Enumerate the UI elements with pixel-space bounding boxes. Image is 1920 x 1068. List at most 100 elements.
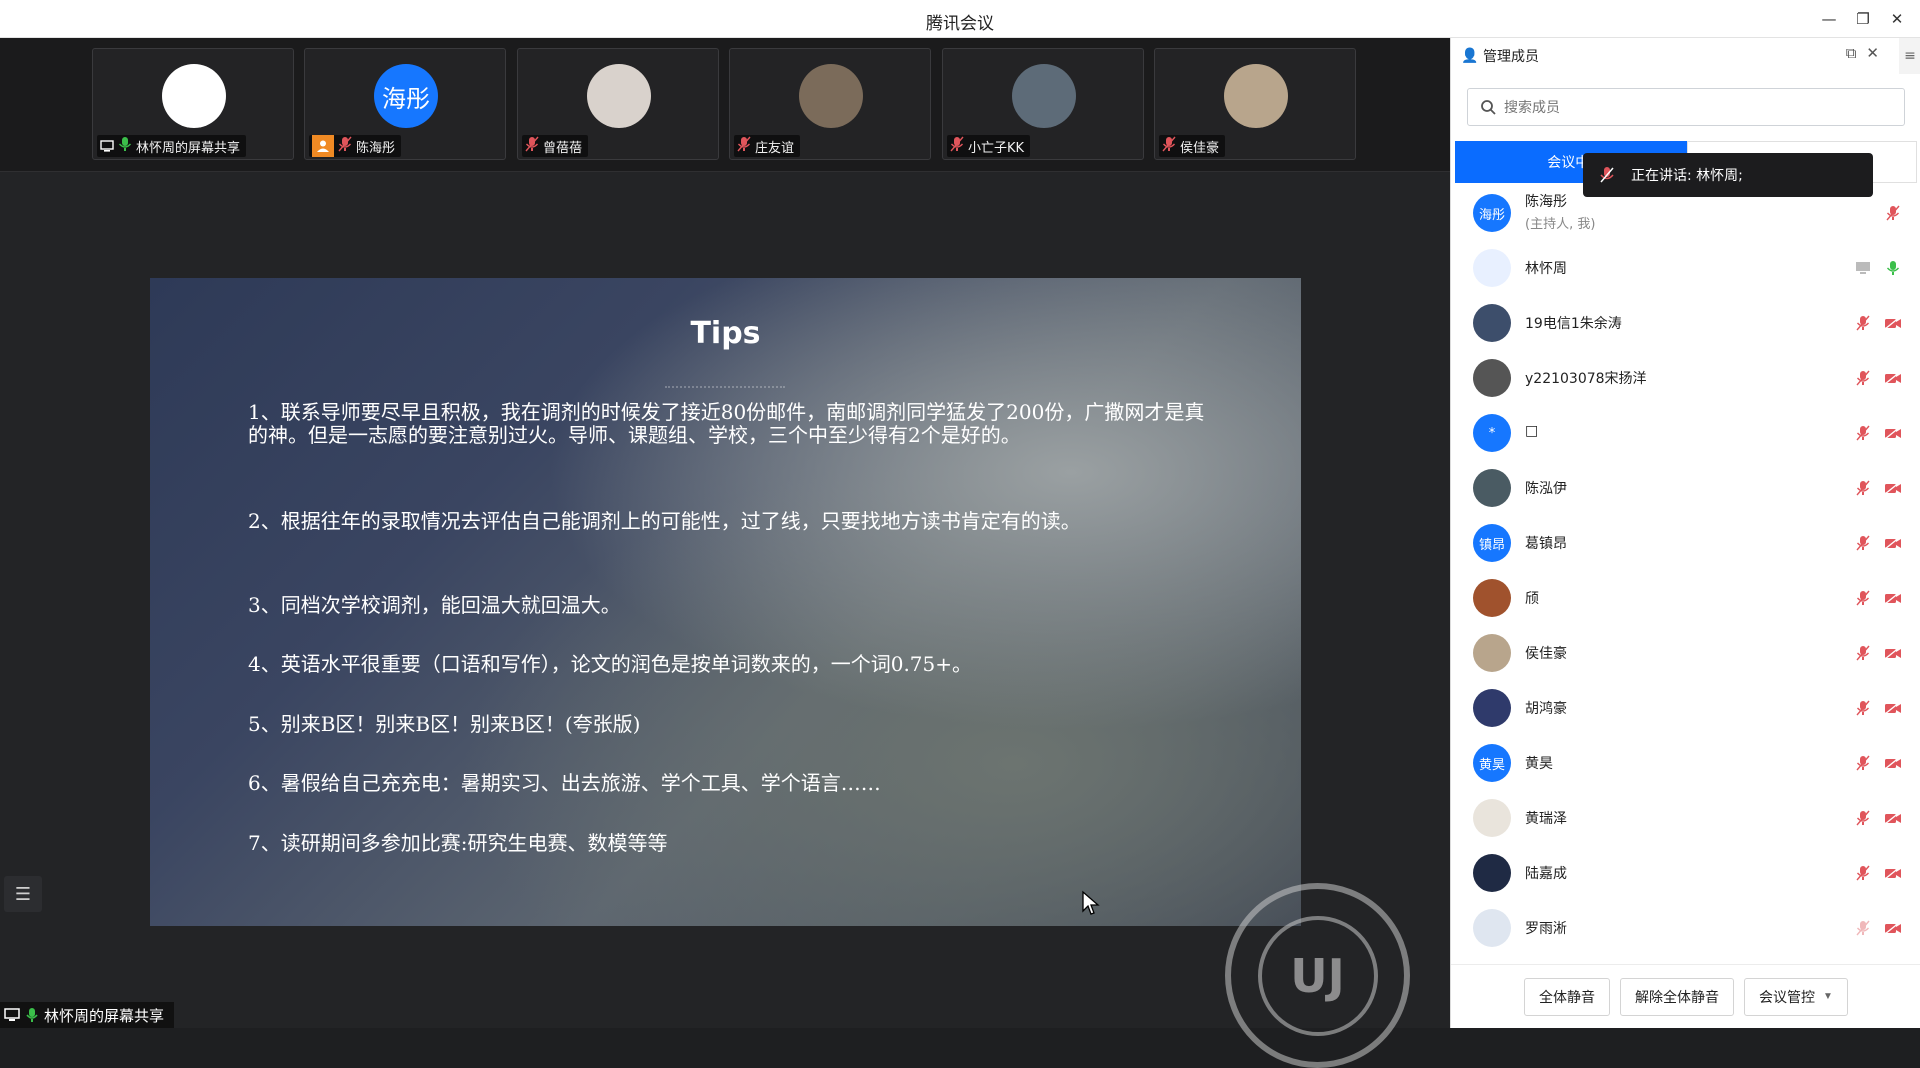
video-strip: 林怀周的屏幕共享 海彤 陈海彤 曾蓓蓓 庄友谊 小亡子KK 侯佳豪 [0, 38, 1450, 172]
member-avatar [1473, 689, 1511, 727]
member-row[interactable]: 胡鸿豪 [1451, 681, 1920, 736]
member-row[interactable]: 海彤 陈海彤 (主持人, 我) [1451, 186, 1920, 241]
mic-off-icon[interactable] [1853, 808, 1873, 828]
person-icon [312, 135, 334, 157]
member-row[interactable]: 19电信1朱余涛 [1451, 296, 1920, 351]
member-status-icons [1853, 368, 1903, 388]
camera-off-icon[interactable] [1883, 423, 1903, 443]
panel-close-icon[interactable]: ✕ [1866, 44, 1879, 62]
member-role: (主持人, 我) [1525, 217, 1596, 232]
member-name: y22103078宋扬洋 [1525, 371, 1647, 387]
unmute-all-button[interactable]: 解除全体静音 [1620, 977, 1735, 1016]
member-status-icons [1853, 918, 1903, 938]
video-tile[interactable]: 庄友谊 [729, 48, 931, 160]
member-row[interactable]: 罗雨淅 [1451, 901, 1920, 956]
camera-off-icon[interactable] [1883, 863, 1903, 883]
popout-icon[interactable]: ⧉ [1846, 44, 1857, 62]
search-input[interactable] [1504, 99, 1864, 115]
member-row[interactable]: 侯佳豪 [1451, 626, 1920, 681]
member-avatar [1473, 359, 1511, 397]
mic-off-icon[interactable] [1853, 368, 1873, 388]
minimize-icon[interactable]: — [1814, 6, 1844, 32]
member-row[interactable]: 陆嘉成 [1451, 846, 1920, 901]
member-row[interactable]: y22103078宋扬洋 [1451, 351, 1920, 406]
mic-off-icon[interactable] [1853, 753, 1873, 773]
avatar-text: 海彤 [382, 84, 430, 113]
member-row[interactable]: 陈泓伊 [1451, 461, 1920, 516]
mic-on-icon[interactable] [1883, 258, 1903, 278]
video-tile[interactable]: 侯佳豪 [1154, 48, 1356, 160]
avatar [162, 64, 226, 128]
search-icon [1481, 100, 1496, 115]
camera-off-icon[interactable] [1883, 643, 1903, 663]
video-tile[interactable]: 曾蓓蓓 [517, 48, 719, 160]
mic-off-icon [950, 136, 964, 156]
tile-name-row: 小亡子KK [947, 135, 1031, 157]
mic-off-icon[interactable] [1853, 863, 1873, 883]
close-icon[interactable]: ✕ [1882, 6, 1912, 32]
camera-off-icon[interactable] [1883, 588, 1903, 608]
mic-off-icon[interactable] [1853, 698, 1873, 718]
shared-slide: Tips 1、联系导师要尽早且积极，我在调剂的时候发了接近80份邮件，南邮调剂同… [150, 278, 1301, 926]
mic-off-icon[interactable] [1853, 643, 1873, 663]
member-name: 罗雨淅 [1525, 921, 1567, 937]
member-name: 19电信1朱余涛 [1525, 316, 1622, 332]
mic-off-icon[interactable] [1853, 588, 1873, 608]
camera-off-icon[interactable] [1883, 533, 1903, 553]
member-row[interactable]: 镇昂 葛镇昂 [1451, 516, 1920, 571]
participant-name: 庄友谊 [755, 140, 795, 156]
mic-off-icon[interactable] [1853, 533, 1873, 553]
video-tile[interactable]: 林怀周的屏幕共享 [92, 48, 294, 160]
camera-off-icon[interactable] [1883, 313, 1903, 333]
member-status-icons [1853, 423, 1903, 443]
screen-share-icon [4, 1008, 20, 1021]
avatar [1224, 64, 1288, 128]
avatar [587, 64, 651, 128]
side-menu-icon[interactable]: ≡ [1899, 38, 1920, 74]
mute-all-button[interactable]: 全体静音 [1524, 977, 1611, 1016]
member-avatar [1473, 469, 1511, 507]
camera-off-icon[interactable] [1883, 918, 1903, 938]
participant-name: 陈海彤 [356, 140, 396, 156]
meeting-control-button[interactable]: 会议管控 ▼ [1744, 977, 1848, 1016]
member-name: 林怀周 [1525, 261, 1567, 277]
mic-off-icon[interactable] [1853, 423, 1873, 443]
member-name: 胡鸿豪 [1525, 701, 1567, 717]
mic-off-icon[interactable] [1883, 203, 1903, 223]
list-menu-icon[interactable]: ☰ [4, 876, 42, 912]
camera-off-icon[interactable] [1883, 753, 1903, 773]
member-name: 黄昊 [1525, 756, 1553, 772]
member-row[interactable]: 林怀周 [1451, 241, 1920, 296]
search-box[interactable] [1467, 88, 1905, 126]
member-row[interactable]: 黄昊 黄昊 [1451, 736, 1920, 791]
member-row[interactable]: * □ [1451, 406, 1920, 461]
window-controls: — ❐ ✕ [1814, 6, 1912, 32]
meeting-control-label: 会议管控 [1759, 988, 1816, 1005]
member-status-icons [1853, 808, 1903, 828]
chevron-down-icon: ▼ [1823, 991, 1833, 1002]
member-avatar [1473, 854, 1511, 892]
person-icon: 👤 [1461, 48, 1479, 64]
participant-name: 小亡子KK [968, 140, 1025, 156]
mic-off-icon[interactable] [1853, 478, 1873, 498]
title-bar: 腾讯会议 — ❐ ✕ [0, 0, 1920, 38]
video-tile[interactable]: 小亡子KK [942, 48, 1144, 160]
member-row[interactable]: 颀 [1451, 571, 1920, 626]
member-avatar [1473, 909, 1511, 947]
mic-off-icon[interactable] [1853, 313, 1873, 333]
member-row[interactable]: 黄瑞泽 [1451, 791, 1920, 846]
mic-off-icon[interactable] [1853, 918, 1873, 938]
camera-off-icon[interactable] [1883, 368, 1903, 388]
camera-off-icon[interactable] [1883, 698, 1903, 718]
camera-off-icon[interactable] [1883, 808, 1903, 828]
avatar-text: 黄昊 [1478, 757, 1505, 773]
member-avatar [1473, 249, 1511, 287]
avatar-text: * [1488, 425, 1496, 441]
member-name: 葛镇昂 [1525, 536, 1567, 552]
video-tile[interactable]: 海彤陈海彤 [304, 48, 506, 160]
member-name: 陆嘉成 [1525, 866, 1567, 882]
panel-header: 👤 管理成员 ⧉ ✕ ≡ [1451, 38, 1920, 74]
tile-name-row: 曾蓓蓓 [522, 135, 589, 157]
camera-off-icon[interactable] [1883, 478, 1903, 498]
restore-icon[interactable]: ❐ [1848, 6, 1878, 32]
